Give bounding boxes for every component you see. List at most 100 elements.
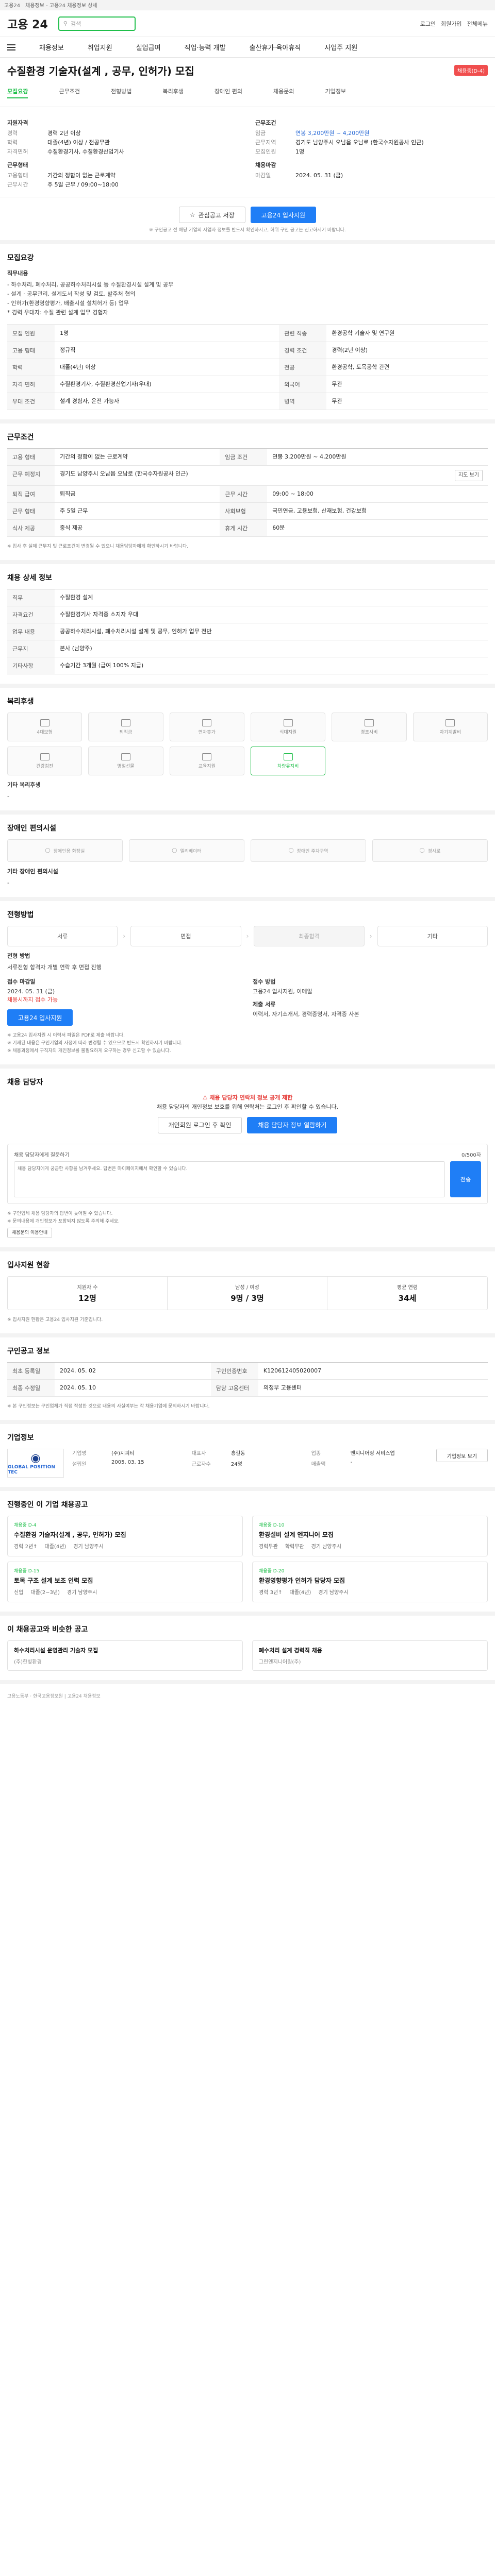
process-step: 서류: [7, 926, 118, 946]
signup-link[interactable]: 회원가입: [441, 20, 461, 28]
recommend-section: 이 채용공고와 비슷한 공고 하수처리시설 운영관리 기술자 모집 (주)한빛환…: [0, 1616, 495, 1684]
recommend-grid: 하수처리시설 운영관리 기술자 모집 (주)한빛환경 폐수처리 설계 경력직 채…: [7, 1640, 488, 1671]
recommend-card[interactable]: 하수처리시설 운영관리 기술자 모집 (주)한빛환경: [7, 1640, 243, 1671]
login-link[interactable]: 로그인: [420, 20, 436, 28]
gnb-item-employment-support[interactable]: 취업지원: [88, 42, 112, 52]
browser-tab-2[interactable]: 채용정보 - 고용24 채용정보 상세: [25, 1, 97, 9]
inquiry-guide-button[interactable]: 채용문의 이용안내: [7, 1228, 53, 1238]
job-card[interactable]: 채용중 D-15 토목 구조 설계 보조 인력 모집 신입 대졸(2~3년) 경기 …: [7, 1562, 243, 1602]
recruit-section: 모집요강 직무내용 - 하수처리, 폐수처리, 공공하수처리시설 등 수질환경시…: [0, 244, 495, 423]
stat-label: 지원자 수: [77, 1285, 98, 1291]
inquiry-warning: ⚠ 채용 담당자 연락처 정보 공개 제한 채용 담당자의 개인정보 보호를 위…: [7, 1093, 488, 1137]
inquiry-box: 채용 담당자에게 질문하기 0/500자 전송: [7, 1144, 488, 1204]
table-key: 우대 조건: [7, 393, 55, 410]
note-line: ※ 고용24 입사지원 시 이력서 파일은 PDF로 제출 바랍니다.: [7, 1033, 125, 1038]
elevator-icon: ◯: [172, 848, 177, 853]
company-info-button[interactable]: 기업정보 보기: [436, 1449, 488, 1462]
all-menu-link[interactable]: 전체메뉴: [467, 20, 488, 28]
search-icon: ⚲: [63, 20, 68, 27]
arrow-right-icon: ›: [246, 933, 249, 940]
job-card[interactable]: 채용중 D-4 수질환경 기술자(설계 , 공무, 인허가) 모집 경력 2년↑…: [7, 1516, 243, 1556]
disability-label: 엘리베이터: [180, 849, 202, 854]
company-section: 기업정보 ◉ GLOBAL POSITION TEC 기업명 (주)지피티 대표자…: [0, 1424, 495, 1491]
welfare-grid: 4대보험 퇴직금 연차휴가 식대지원 경조사비 자기계발비 건강검진 명절선물 …: [7, 713, 488, 775]
disability-etc-heading: 기타 장애인 편의시설: [7, 868, 58, 875]
meal-icon: [283, 719, 293, 726]
company-value: 24명: [230, 1462, 242, 1467]
table-value: 09:00 ~ 18:00: [267, 485, 488, 503]
warn-title-text: 채용 담당자 연락처 정보 공개 제한: [209, 1094, 293, 1101]
apply-deadline: 2024. 05. 31 (금): [7, 988, 55, 995]
tab-recruit[interactable]: 모집요강: [7, 87, 28, 98]
view-contact-button[interactable]: 채용 담당자 정보 열람하기: [247, 1117, 338, 1133]
education-icon: [202, 753, 212, 760]
restroom-icon: ◯: [45, 848, 51, 853]
tab-company[interactable]: 기업정보: [325, 87, 346, 98]
sub-tabs: 모집요강 근무조건 전형방법 복리후생 장애인 편의 채용문의 기업정보: [7, 87, 488, 101]
apply-button[interactable]: 고용24 입사지원: [250, 207, 317, 223]
stats-section: 입사지원 현황 지원자 수 12명 남성 / 여성 9명 / 3명 평균 연령 34세…: [0, 1251, 495, 1337]
status-badge: 채용중(D-4): [454, 65, 488, 76]
scrap-button[interactable]: ☆ 관심공고 저장: [178, 207, 245, 223]
stats-note: ※ 입사지원 현황은 고용24 입사지원 기준입니다.: [7, 1317, 103, 1323]
apply-button-2[interactable]: 고용24 입사지원: [7, 1009, 73, 1026]
disability-section: 장애인 편의시설 ◯ 장애인용 화장실 ◯ 엘리베이터 ◯ 장애인 주차구역 ◯ 경사로…: [0, 815, 495, 901]
gift-box-icon: [121, 753, 130, 760]
detail-heading: 채용 상세 정보: [7, 574, 53, 582]
process-step: 최종합격: [254, 926, 365, 946]
browser-tab-1[interactable]: 고용24: [4, 1, 20, 9]
recommend-company: (주)한빛환경: [14, 1659, 42, 1665]
disability-heading: 장애인 편의시설: [7, 824, 57, 833]
hamburger-menu-icon[interactable]: [7, 44, 15, 50]
summary-right-heading: 근무조건: [255, 120, 276, 126]
job-card[interactable]: 채용중 D-20 환경영향평가 인허가 담당자 모집 경력 3년↑ 대졸(4년) 경…: [252, 1562, 488, 1602]
welfare-label: 경조사비: [360, 730, 378, 735]
table-key: 기타사항: [7, 657, 55, 674]
tab-inquiry[interactable]: 채용문의: [273, 87, 294, 98]
table-key: 관련 직종: [279, 325, 327, 342]
map-button[interactable]: 지도 보기: [455, 470, 483, 481]
actions-note: ※ 구인공고 전 해당 기업의 사업자 정보를 반드시 확인하시고, 허위 구인…: [0, 226, 495, 244]
note-line: ※ 구인업체 채용 담당자의 답변이 늦어질 수 있습니다.: [7, 1211, 113, 1216]
table-key: 최종 수정일: [7, 1379, 55, 1397]
table-key: 병역: [279, 393, 327, 410]
inquiry-textarea[interactable]: [14, 1161, 445, 1197]
gnb-item-training[interactable]: 직업·능력 개발: [185, 42, 226, 52]
table-key: 직무: [7, 589, 55, 606]
gnb-item-unemployment[interactable]: 실업급여: [136, 42, 161, 52]
company-wrap: ◉ GLOBAL POSITION TEC 기업명 (주)지피티 대표자 홍길동 업…: [7, 1449, 488, 1478]
registry-table: 최초 등록일 2024. 05. 02 구인인증번호 K120612405020007…: [7, 1362, 488, 1397]
recommend-card[interactable]: 폐수처리 설계 경력직 채용 그린엔지니어링(주): [252, 1640, 488, 1671]
table-value: 경력(2년 이상): [326, 342, 488, 359]
send-button[interactable]: 전송: [450, 1161, 481, 1197]
login-to-view-button[interactable]: 개인회원 로그인 후 확인: [157, 1117, 242, 1133]
inquiry-heading: 채용 담당자: [7, 1078, 43, 1087]
company-value: 2005. 03. 15: [111, 1460, 144, 1465]
search-input[interactable]: ⚲ 검색: [58, 16, 136, 31]
duty-heading: 직무내용: [7, 270, 28, 277]
money-icon: [121, 719, 130, 726]
welfare-label: 건강검진: [36, 764, 54, 769]
summary-key: 자격면허: [7, 148, 28, 155]
job-card-meta: 경력 2년↑ 대졸(4년) 경기 남양주시: [14, 1543, 236, 1551]
tab-disability[interactable]: 장애인 편의: [214, 87, 242, 98]
gnb-item-jobs[interactable]: 채용정보: [39, 42, 64, 52]
other-jobs-section: 진행중인 이 기업 채용공고 채용중 D-4 수질환경 기술자(설계 , 공무,…: [0, 1491, 495, 1616]
job-card[interactable]: 채용중 D-10 환경설비 설계 엔지니어 모집 경력무관 학력무관 경기 남양주시: [252, 1516, 488, 1556]
summary-key: 경력: [7, 130, 18, 137]
alert-icon: ⚠: [202, 1094, 210, 1101]
company-value: -: [350, 1460, 353, 1465]
note-line: ※ 채용과정에서 구직자의 개인정보를 불필요하게 요구하는 경우 신고할 수 …: [7, 1048, 171, 1054]
gnb-item-leave[interactable]: 출산휴가·육아휴직: [250, 42, 301, 52]
health-icon: [40, 753, 50, 760]
tab-welfare[interactable]: 복리후생: [162, 87, 183, 98]
tab-workcond[interactable]: 근무조건: [59, 87, 79, 98]
inquiry-warning-body: 채용 담당자의 개인정보 보호를 위해 연락처는 로그인 후 확인할 수 있습니…: [156, 1104, 339, 1110]
site-logo[interactable]: 고용 24: [7, 15, 48, 32]
gnb-item-employer[interactable]: 사업주 지원: [324, 42, 357, 52]
tab-process[interactable]: 전형방법: [111, 87, 131, 98]
summary-key: 마감일: [255, 172, 271, 179]
scrap-label: 관심공고 저장: [198, 211, 235, 219]
note-line: ※ 문의내용에 개인정보가 포함되지 않도록 주의해 주세요.: [7, 1219, 120, 1224]
summary-right-heading-2: 채용마감: [255, 162, 276, 168]
